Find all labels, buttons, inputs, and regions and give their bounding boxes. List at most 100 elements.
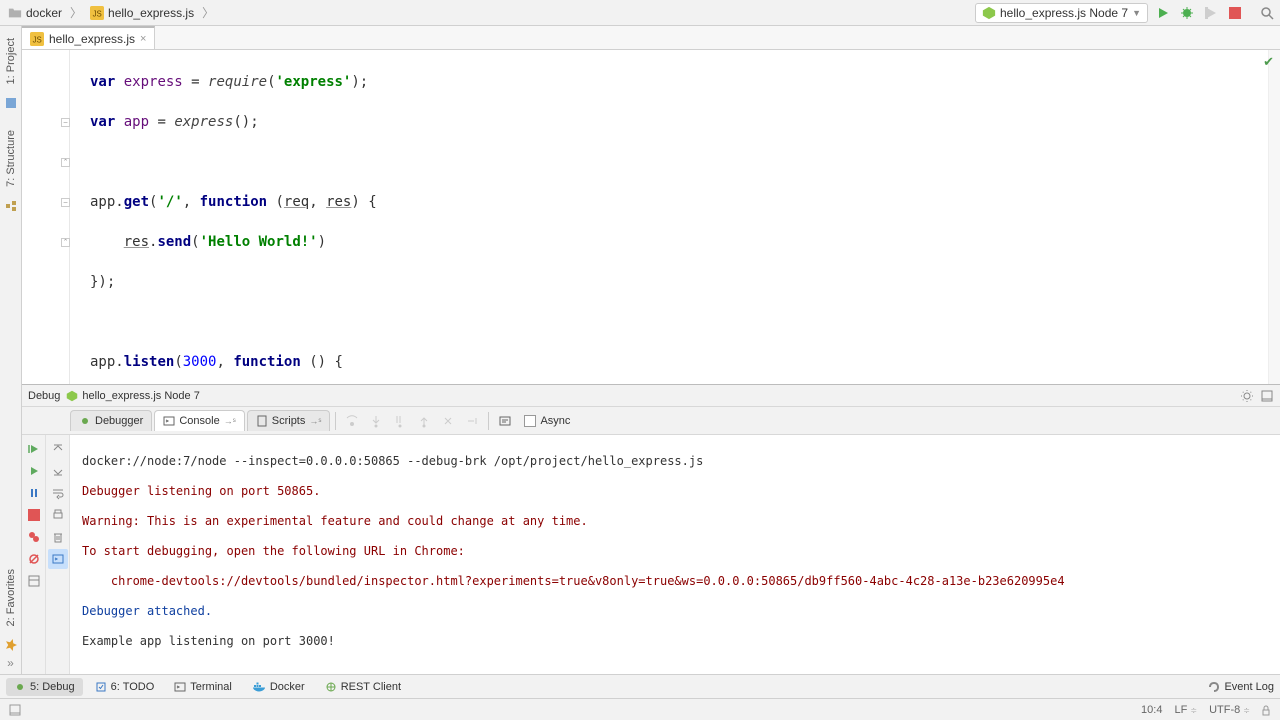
breadcrumb-file[interactable]: JS hello_express.js — [86, 4, 198, 22]
nodejs-icon — [982, 6, 996, 20]
run-config-selector[interactable]: hello_express.js Node 7 ▼ — [975, 3, 1148, 23]
navigation-bar: docker 〉 JS hello_express.js 〉 hello_exp… — [0, 0, 1280, 26]
console-icon — [163, 415, 175, 427]
breadcrumb-sep: 〉 — [70, 4, 82, 21]
restore-layout-button[interactable] — [24, 571, 44, 591]
debug-config-label: hello_express.js Node 7 — [82, 390, 199, 402]
bottom-tab-todo[interactable]: 6: TODO — [87, 678, 163, 696]
folder-icon — [8, 6, 22, 20]
search-everywhere-button[interactable] — [1258, 4, 1276, 22]
rest-icon — [325, 681, 337, 693]
stop-button[interactable] — [1226, 4, 1244, 22]
rerun-button[interactable] — [24, 439, 44, 459]
console-tab[interactable]: Console →ˢ — [154, 410, 244, 431]
editor-tabs: JS hello_express.js × — [22, 26, 1280, 50]
lock-icon[interactable] — [1260, 704, 1272, 716]
nodejs-icon — [66, 390, 78, 402]
event-log-icon — [1208, 681, 1220, 693]
chevron-down-icon: ▼ — [1132, 8, 1141, 18]
step-into-button[interactable] — [365, 410, 387, 432]
debug-panel-header: Debug hello_express.js Node 7 — [22, 385, 1280, 407]
debugger-tab[interactable]: Debugger — [70, 410, 152, 431]
drop-frame-button[interactable] — [437, 410, 459, 432]
svg-text:JS: JS — [93, 9, 102, 18]
mute-breakpoints-button[interactable] — [24, 549, 44, 569]
file-encoding[interactable]: UTF-8 ≑ — [1209, 704, 1250, 716]
evaluate-expression-button[interactable] — [494, 410, 516, 432]
scroll-to-end-button[interactable] — [48, 461, 68, 481]
main-area: 1: Project 7: Structure 2: Favorites » J… — [0, 26, 1280, 674]
editor-tab-label: hello_express.js — [49, 32, 135, 46]
debug-panel: Debug hello_express.js Node 7 Debugger — [22, 384, 1280, 674]
debug-icon — [14, 681, 26, 693]
svg-text:JS: JS — [33, 35, 42, 44]
editor-tab-file[interactable]: JS hello_express.js × — [22, 26, 155, 49]
view-breakpoints-button[interactable] — [24, 527, 44, 547]
debug-settings-button[interactable] — [1240, 389, 1254, 403]
debug-tabs-toolbar: Debugger Console →ˢ Scripts →ˢ — [22, 407, 1280, 435]
close-tab-button[interactable]: × — [140, 33, 146, 45]
coverage-button[interactable] — [1202, 4, 1220, 22]
terminal-icon — [174, 681, 186, 693]
step-over-button[interactable] — [341, 410, 363, 432]
favorites-tool-tab[interactable]: 2: Favorites — [3, 561, 19, 634]
bottom-tab-debug[interactable]: 5: Debug — [6, 678, 83, 696]
bottom-tab-docker[interactable]: Docker — [244, 678, 313, 696]
code-editor[interactable]: − ⌃ − ⌃ var express = require('express')… — [22, 50, 1280, 384]
breadcrumb: docker 〉 JS hello_express.js 〉 — [4, 4, 216, 22]
bottom-tab-rest-client[interactable]: REST Client — [317, 678, 409, 696]
stop-debug-button[interactable] — [24, 505, 44, 525]
todo-icon — [95, 681, 107, 693]
event-log-button[interactable]: Event Log — [1208, 681, 1274, 693]
step-out-button[interactable] — [413, 410, 435, 432]
code-body[interactable]: var express = require('express'); var ap… — [70, 50, 1268, 384]
project-label: 1: Project — [5, 38, 17, 84]
debug-button[interactable] — [1178, 4, 1196, 22]
force-step-into-button[interactable] — [389, 410, 411, 432]
bottom-tool-tabs: 5: Debug 6: TODO Terminal Docker REST Cl… — [0, 674, 1280, 698]
status-button[interactable] — [8, 703, 22, 717]
cursor-position[interactable]: 10:4 — [1141, 704, 1162, 716]
favorites-label: 2: Favorites — [5, 569, 17, 626]
orm-icon[interactable] — [4, 96, 18, 110]
console-line: chrome-devtools://devtools/bundled/inspe… — [82, 574, 1268, 589]
debug-run-controls — [22, 435, 46, 674]
line-separator[interactable]: LF ≑ — [1174, 704, 1197, 716]
run-to-cursor-button[interactable] — [461, 410, 483, 432]
console-controls — [46, 435, 70, 674]
scripts-icon — [256, 415, 268, 427]
star-icon — [4, 638, 18, 652]
structure-icon — [4, 199, 18, 213]
soft-wrap-button[interactable] — [48, 483, 68, 503]
console-line: To start debugging, open the following U… — [82, 544, 1268, 559]
console-line: docker://node:7/node --inspect=0.0.0.0:5… — [82, 454, 1268, 469]
debug-title-prefix: Debug — [28, 390, 60, 402]
scroll-to-top-button[interactable] — [48, 439, 68, 459]
toggle-console-button[interactable] — [48, 549, 68, 569]
scripts-tab[interactable]: Scripts →ˢ — [247, 410, 331, 431]
breadcrumb-file-label: hello_express.js — [108, 6, 194, 20]
pin-icon[interactable]: →ˢ — [309, 416, 321, 426]
structure-tool-tab[interactable]: 7: Structure — [3, 122, 19, 195]
editor-scrollbar[interactable] — [1268, 50, 1280, 384]
project-tool-tab[interactable]: 1: Project — [3, 30, 19, 92]
pause-button[interactable] — [24, 483, 44, 503]
console-line: Debugger attached. — [82, 604, 1268, 619]
resume-button[interactable] — [24, 461, 44, 481]
inspection-ok-icon[interactable]: ✔ — [1263, 54, 1274, 70]
structure-label: 7: Structure — [5, 130, 17, 187]
pin-icon[interactable]: →ˢ — [224, 416, 236, 426]
collapse-gutter-button[interactable]: » — [7, 656, 14, 670]
editor-column: JS hello_express.js × − ⌃ − ⌃ var expres… — [22, 26, 1280, 674]
clear-console-button[interactable] — [48, 527, 68, 547]
hide-panel-button[interactable] — [1260, 389, 1274, 403]
breadcrumb-sep-end: 〉 — [202, 4, 214, 21]
breadcrumb-folder[interactable]: docker — [4, 4, 66, 22]
bottom-tab-terminal[interactable]: Terminal — [166, 678, 240, 696]
print-button[interactable] — [48, 505, 68, 525]
async-checkbox[interactable]: Async — [524, 415, 570, 427]
debug-body: docker://node:7/node --inspect=0.0.0.0:5… — [22, 435, 1280, 674]
console-output[interactable]: docker://node:7/node --inspect=0.0.0.0:5… — [70, 435, 1280, 674]
run-button[interactable] — [1154, 4, 1172, 22]
js-file-icon: JS — [30, 32, 44, 46]
